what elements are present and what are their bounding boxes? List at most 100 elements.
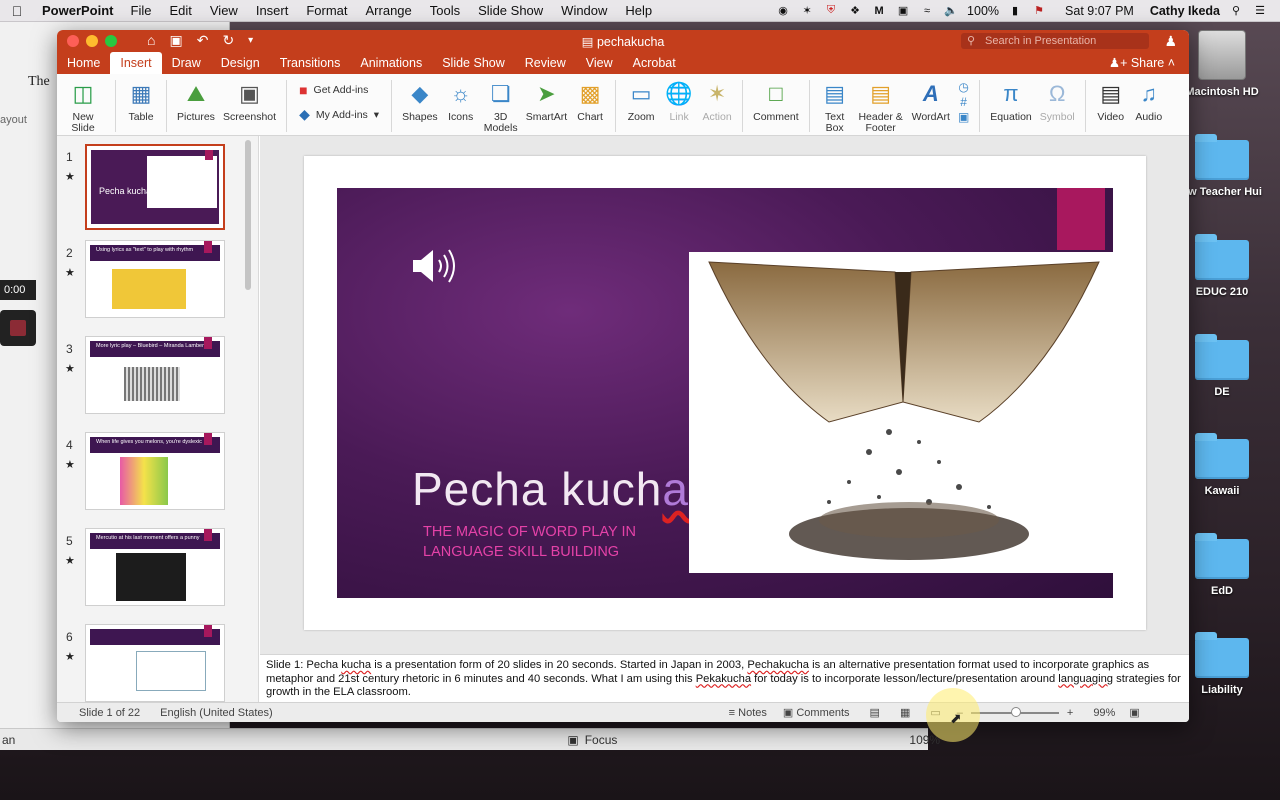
- spotlight-search-icon[interactable]: ⚲: [1228, 4, 1244, 18]
- menu-window[interactable]: Window: [552, 3, 616, 18]
- addins-group: ■ Get Add-ins ◆ My Add-ins ▾: [293, 78, 385, 127]
- thumbnails-scrollbar[interactable]: [245, 140, 251, 290]
- smartart-button[interactable]: ➤ SmartArt: [522, 78, 571, 123]
- screen-record-icon[interactable]: ◉: [775, 4, 791, 18]
- share-button[interactable]: ♟+ Share ˄: [1109, 52, 1175, 74]
- document-title-text: pechakucha: [596, 35, 665, 49]
- table-button[interactable]: ▦ Table: [122, 78, 160, 123]
- slide-thumbnail[interactable]: 4 ★ When life gives you melons, you're d…: [63, 432, 253, 512]
- speaker-notes[interactable]: Slide 1: Pecha kucha is a presentation f…: [260, 654, 1189, 702]
- menu-tools[interactable]: Tools: [421, 3, 469, 18]
- new-slide-button[interactable]: ◫ New Slide: [57, 78, 109, 134]
- app-menu[interactable]: PowerPoint: [34, 3, 122, 18]
- flag-icon[interactable]: ⚑: [1031, 4, 1047, 18]
- speaker-icon[interactable]: [411, 246, 463, 286]
- audio-button[interactable]: ♫ Audio: [1130, 78, 1168, 123]
- person-icon[interactable]: ♟: [1164, 33, 1177, 50]
- comment-button[interactable]: □ Comment: [749, 78, 803, 123]
- screenshot-button[interactable]: ▣ Screenshot: [219, 78, 280, 123]
- icons-button[interactable]: ☼ Icons: [442, 78, 480, 123]
- slide-thumbnails-pane: 1 ★ Pecha kucha 2 ★ Using lyrics as "tex…: [57, 136, 259, 702]
- video-button[interactable]: ▤ Video: [1092, 78, 1130, 123]
- normal-view-icon[interactable]: ▤: [870, 706, 880, 719]
- slide-thumbnail[interactable]: 5 ★ Mercutio at his last moment offers a…: [63, 528, 253, 608]
- zoom-level[interactable]: 99%: [1093, 707, 1115, 719]
- action-button[interactable]: ✶ Action: [698, 78, 736, 123]
- thumbnail-title: Pecha kucha: [99, 186, 152, 196]
- zoom-in-button[interactable]: +: [1067, 707, 1073, 719]
- menu-help[interactable]: Help: [616, 3, 661, 18]
- zoom-icon: ▭: [630, 80, 652, 106]
- slide-thumbnail[interactable]: 1 ★ Pecha kucha: [63, 144, 253, 230]
- notes-button[interactable]: ≡ Notes: [729, 707, 767, 719]
- shapes-button[interactable]: ◆ Shapes: [398, 78, 442, 123]
- slide-title[interactable]: Pecha kucha: [412, 462, 689, 516]
- desktop-label: DE: [1214, 386, 1230, 398]
- notification-center-icon[interactable]: ☰: [1252, 4, 1268, 18]
- clock[interactable]: Sat 9:07 PM: [1065, 4, 1134, 18]
- slide-subtitle[interactable]: THE MAGIC OF WORD PLAY IN LANGUAGE SKILL…: [423, 522, 693, 562]
- volume-icon[interactable]: 🔈: [943, 4, 959, 18]
- pictures-button[interactable]: ⛰ Pictures: [173, 78, 219, 123]
- dropbox-icon[interactable]: ❖: [847, 4, 863, 18]
- fit-to-window-icon[interactable]: ▣: [1129, 706, 1139, 719]
- thumbnail-preview: Mercutio at his last moment offers a pun…: [85, 528, 225, 606]
- slide-book-image[interactable]: [689, 252, 1117, 573]
- header-footer-icon: ▤: [870, 80, 892, 106]
- slide-number: 6: [66, 630, 73, 644]
- shield-icon[interactable]: ⛨: [823, 4, 839, 18]
- slide-thumbnail[interactable]: 6 ★: [63, 624, 253, 702]
- 3d-models-button[interactable]: ❏ 3D Models: [480, 78, 522, 134]
- tab-view[interactable]: View: [576, 52, 623, 74]
- gear-icon[interactable]: ✶: [799, 4, 815, 18]
- battery-icon[interactable]: ▮: [1007, 4, 1023, 18]
- slide-thumbnail[interactable]: 2 ★ Using lyrics as "text" to play with …: [63, 240, 253, 320]
- wifi-icon[interactable]: ≈: [919, 4, 935, 18]
- slide-thumbnail[interactable]: 3 ★ More lyric play – Bluebird – Miranda…: [63, 336, 253, 416]
- tab-animations[interactable]: Animations: [350, 52, 432, 74]
- equation-button[interactable]: π Equation: [986, 78, 1035, 123]
- menu-file[interactable]: File: [122, 3, 161, 18]
- chart-button[interactable]: ▩ Chart: [571, 78, 609, 123]
- link-label: Link: [669, 111, 689, 123]
- music-note-icon: ♫: [1140, 80, 1158, 106]
- date-slide-number-group[interactable]: ◷ # ▣: [954, 78, 973, 125]
- apple-menu-icon[interactable]: : [0, 3, 34, 19]
- lock-icon[interactable]: ▣: [895, 4, 911, 18]
- back-focus[interactable]: Focus: [585, 733, 618, 747]
- language-indicator[interactable]: English (United States): [160, 707, 273, 719]
- back-focus-icon[interactable]: ▣: [567, 733, 578, 747]
- my-addins-button[interactable]: ◆ My Add-ins ▾: [299, 106, 379, 123]
- back-record-button[interactable]: [0, 310, 36, 346]
- current-slide[interactable]: Pecha kucha THE MAGIC OF WORD PLAY IN LA…: [304, 156, 1146, 630]
- user-name[interactable]: Cathy Ikeda: [1150, 4, 1220, 18]
- tab-draw[interactable]: Draw: [162, 52, 211, 74]
- menu-arrange[interactable]: Arrange: [357, 3, 421, 18]
- tab-review[interactable]: Review: [515, 52, 576, 74]
- wordart-button[interactable]: A WordArt: [908, 78, 954, 123]
- get-addins-button[interactable]: ■ Get Add-ins: [299, 82, 379, 98]
- zoom-button[interactable]: ▭ Zoom: [622, 78, 660, 123]
- tab-design[interactable]: Design: [211, 52, 270, 74]
- tab-insert[interactable]: Insert: [110, 52, 162, 74]
- menu-insert[interactable]: Insert: [247, 3, 298, 18]
- comments-button[interactable]: ▣ Comments: [783, 706, 850, 719]
- tab-slide-show[interactable]: Slide Show: [432, 52, 515, 74]
- link-button[interactable]: 🌐 Link: [660, 78, 698, 123]
- slide-sorter-icon[interactable]: ▦: [900, 706, 910, 719]
- zoom-slider[interactable]: [970, 706, 1059, 717]
- tab-home[interactable]: Home: [57, 52, 110, 74]
- menu-edit[interactable]: Edit: [160, 3, 200, 18]
- text-box-button[interactable]: ▤ Text Box: [816, 78, 854, 134]
- menu-slide-show[interactable]: Slide Show: [469, 3, 552, 18]
- symbol-button[interactable]: Ω Symbol: [1036, 78, 1079, 123]
- header-footer-button[interactable]: ▤ Header & Footer: [854, 78, 908, 134]
- tab-acrobat[interactable]: Acrobat: [623, 52, 686, 74]
- malwarebytes-icon[interactable]: M: [871, 4, 887, 18]
- menu-view[interactable]: View: [201, 3, 247, 18]
- zoom-slider-knob[interactable]: [1010, 706, 1021, 717]
- collapse-ribbon-icon[interactable]: ˄: [1168, 56, 1175, 70]
- tab-transitions[interactable]: Transitions: [270, 52, 351, 74]
- menu-format[interactable]: Format: [297, 3, 356, 18]
- search-input[interactable]: ⚲ Search in Presentation: [961, 33, 1149, 49]
